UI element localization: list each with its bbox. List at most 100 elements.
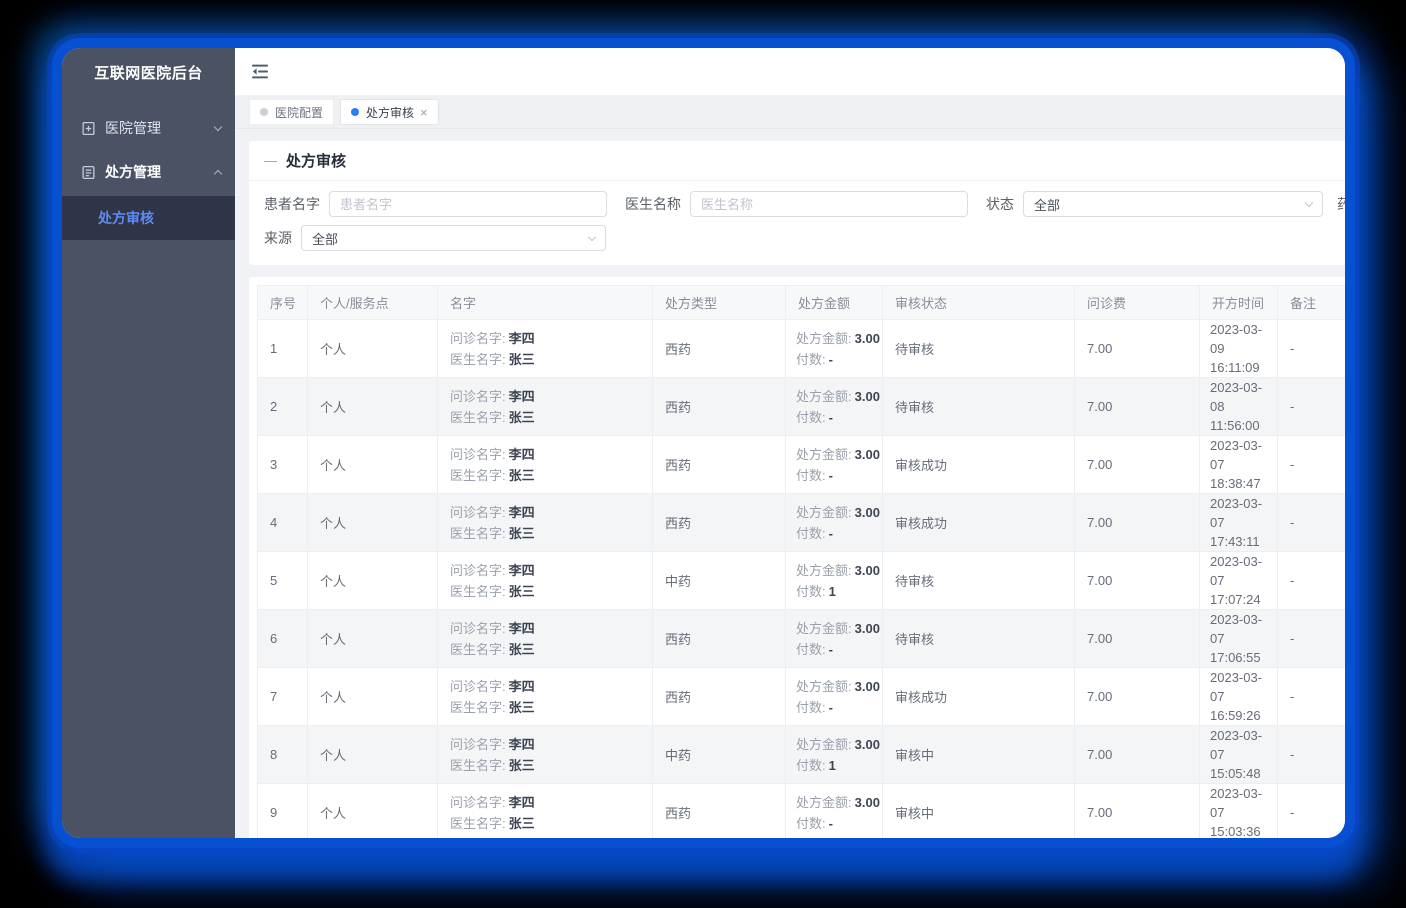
- cell-amount: 处方金额:3.00 付数:-: [786, 668, 883, 726]
- menu-fold-icon[interactable]: [249, 61, 271, 83]
- doctor-name-input[interactable]: [690, 191, 968, 217]
- cell-status: 待审核: [883, 552, 1075, 610]
- sidebar-submenu: 处方审核: [62, 196, 235, 240]
- col-header-type: 个人/服务点: [308, 286, 438, 320]
- cell-fee: 7.00: [1075, 610, 1200, 668]
- cell-remark: -: [1278, 494, 1346, 552]
- sidebar-item-hospital-management[interactable]: 医院管理: [62, 108, 235, 148]
- screen-canvas: 互联网医院后台 医院管理: [0, 0, 1406, 908]
- tab-dot-icon: [351, 108, 359, 116]
- cell-no: 1: [258, 320, 308, 378]
- cell-type: 个人: [308, 378, 438, 436]
- cell-fee: 7.00: [1075, 668, 1200, 726]
- cell-remark: -: [1278, 552, 1346, 610]
- cell-remark: -: [1278, 610, 1346, 668]
- cell-status: 待审核: [883, 378, 1075, 436]
- cell-name: 问诊名字:李四 医生名字:张三: [438, 784, 653, 839]
- cell-date: 2023-03-0716:59:26: [1200, 668, 1278, 726]
- cell-date: 2023-03-0717:43:11: [1200, 494, 1278, 552]
- table-body: 1 个人 问诊名字:李四 医生名字:张三 西药 处方金额:3.00 付数:- 待…: [258, 320, 1346, 839]
- cell-amount: 处方金额:3.00 付数:-: [786, 784, 883, 839]
- table-row: 6 个人 问诊名字:李四 医生名字:张三 西药 处方金额:3.00 付数:- 待…: [258, 610, 1346, 668]
- cell-no: 6: [258, 610, 308, 668]
- hospital-management-icon: [81, 121, 96, 136]
- table-header: 序号 个人/服务点 名字 处方类型 处方金额 审核状态 问诊费 开方时间 备注: [258, 286, 1346, 320]
- tab-hospital-config[interactable]: 医院配置: [249, 99, 334, 125]
- cell-no: 4: [258, 494, 308, 552]
- cell-fee: 7.00: [1075, 436, 1200, 494]
- source-select[interactable]: 全部: [301, 225, 606, 251]
- cell-status: 待审核: [883, 320, 1075, 378]
- cell-rx-type: 西药: [653, 610, 786, 668]
- prescription-management-icon: [81, 165, 96, 180]
- table-row: 3 个人 问诊名字:李四 医生名字:张三 西药 处方金额:3.00 付数:- 审…: [258, 436, 1346, 494]
- panel-title-row: — 处方审核: [249, 141, 1345, 181]
- cell-date: 2023-03-0717:07:24: [1200, 552, 1278, 610]
- patient-name-label: 患者名字: [264, 194, 320, 214]
- page-content: — 处方审核 患者名字 医生名称 状态 全部: [235, 129, 1345, 838]
- cell-type: 个人: [308, 436, 438, 494]
- cell-no: 2: [258, 378, 308, 436]
- cell-name: 问诊名字:李四 医生名字:张三: [438, 726, 653, 784]
- cell-status: 待审核: [883, 610, 1075, 668]
- doctor-name-label: 医生名称: [625, 194, 681, 214]
- tab-prescription-review[interactable]: 处方审核 ×: [340, 99, 439, 125]
- cell-name: 问诊名字:李四 医生名字:张三: [438, 610, 653, 668]
- cell-fee: 7.00: [1075, 378, 1200, 436]
- cell-name: 问诊名字:李四 医生名字:张三: [438, 378, 653, 436]
- cell-type: 个人: [308, 552, 438, 610]
- cell-rx-type: 西药: [653, 378, 786, 436]
- cell-remark: -: [1278, 436, 1346, 494]
- sidebar-item-label: 处方管理: [105, 162, 215, 182]
- tab-label: 处方审核: [366, 104, 414, 121]
- cell-remark: -: [1278, 726, 1346, 784]
- cell-rx-type: 西药: [653, 668, 786, 726]
- cell-name: 问诊名字:李四 医生名字:张三: [438, 552, 653, 610]
- cell-status: 审核成功: [883, 436, 1075, 494]
- sidebar: 互联网医院后台 医院管理: [62, 48, 235, 838]
- cell-type: 个人: [308, 668, 438, 726]
- prescription-table: 序号 个人/服务点 名字 处方类型 处方金额 审核状态 问诊费 开方时间 备注: [257, 285, 1345, 838]
- col-header-remark: 备注: [1278, 286, 1346, 320]
- close-icon[interactable]: ×: [420, 106, 428, 119]
- cell-no: 3: [258, 436, 308, 494]
- filter-row-2: 来源 全部: [264, 225, 1345, 251]
- sidebar-menu: 医院管理 处方管理 处方审核: [62, 96, 235, 240]
- sidebar-subitem-label: 处方审核: [98, 208, 154, 228]
- cell-amount: 处方金额:3.00 付数:-: [786, 320, 883, 378]
- table-row: 9 个人 问诊名字:李四 医生名字:张三 西药 处方金额:3.00 付数:- 审…: [258, 784, 1346, 839]
- table-row: 2 个人 问诊名字:李四 医生名字:张三 西药 处方金额:3.00 付数:- 待…: [258, 378, 1346, 436]
- cell-name: 问诊名字:李四 医生名字:张三: [438, 668, 653, 726]
- chevron-down-icon: [1305, 198, 1313, 206]
- cell-status: 审核成功: [883, 494, 1075, 552]
- table-row: 4 个人 问诊名字:李四 医生名字:张三 西药 处方金额:3.00 付数:- 审…: [258, 494, 1346, 552]
- cell-date: 2023-03-0916:11:09: [1200, 320, 1278, 378]
- sidebar-item-prescription-review[interactable]: 处方审核: [62, 196, 235, 240]
- cell-name: 问诊名字:李四 医生名字:张三: [438, 320, 653, 378]
- table-row: 7 个人 问诊名字:李四 医生名字:张三 西药 处方金额:3.00 付数:- 审…: [258, 668, 1346, 726]
- cell-amount: 处方金额:3.00 付数:-: [786, 494, 883, 552]
- cell-no: 7: [258, 668, 308, 726]
- cell-fee: 7.00: [1075, 494, 1200, 552]
- cell-status: 审核中: [883, 726, 1075, 784]
- cell-rx-type: 西药: [653, 320, 786, 378]
- cell-fee: 7.00: [1075, 552, 1200, 610]
- cell-remark: -: [1278, 784, 1346, 839]
- source-select-value: 全部: [312, 229, 338, 248]
- source-label: 来源: [264, 228, 292, 248]
- patient-name-input[interactable]: [329, 191, 607, 217]
- cell-remark: -: [1278, 378, 1346, 436]
- collapse-dash-icon: —: [264, 153, 277, 168]
- cell-fee: 7.00: [1075, 726, 1200, 784]
- page-title: 处方审核: [286, 150, 346, 171]
- status-select[interactable]: 全部: [1023, 191, 1323, 217]
- filter-row-1: 患者名字 医生名称 状态 全部 药店: [264, 191, 1345, 217]
- cell-type: 个人: [308, 726, 438, 784]
- cell-date: 2023-03-0715:03:36: [1200, 784, 1278, 839]
- sidebar-item-prescription-management[interactable]: 处方管理: [62, 152, 235, 192]
- cell-status: 审核成功: [883, 668, 1075, 726]
- main-area: 医院配置 处方审核 × — 处方审核 患者名字: [235, 48, 1345, 838]
- cell-type: 个人: [308, 610, 438, 668]
- filter-form: 患者名字 医生名称 状态 全部 药店: [249, 181, 1345, 265]
- tab-label: 医院配置: [275, 104, 323, 121]
